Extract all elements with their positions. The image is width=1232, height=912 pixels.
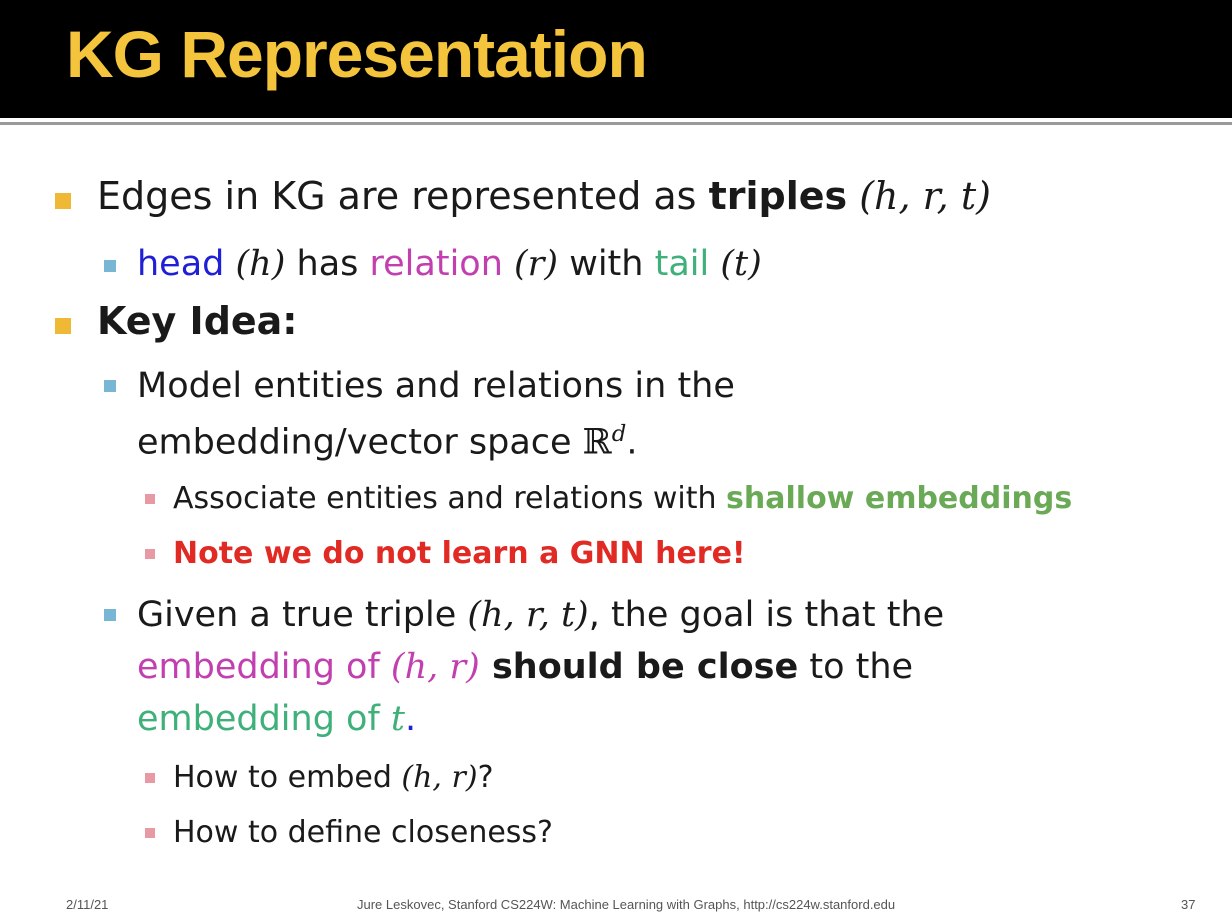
bullet-square-icon [145, 549, 155, 559]
phrase-embedding-of: embedding of [137, 647, 391, 687]
math-r: (r) [514, 244, 559, 284]
footer-date: 2/11/21 [66, 897, 109, 912]
bullet-note-no-gnn: Note we do not learn a GNN here! [173, 536, 746, 571]
bullet-square-icon [104, 609, 116, 621]
math-hr: (h, r) [390, 647, 480, 687]
bullet-define-closeness: How to define closeness? [173, 815, 553, 850]
bullet-square-icon [55, 193, 71, 209]
slide-title: KG Representation [66, 17, 648, 91]
bullet-square-icon [104, 260, 116, 272]
bullet-square-icon [145, 773, 155, 783]
text: Given a true triple [137, 595, 468, 635]
text: , the goal is that the [588, 595, 945, 635]
keyword-shallow-embeddings: shallow embeddings [726, 481, 1073, 516]
math-hrt: (h, r, t) [467, 595, 589, 635]
bullet-square-icon [145, 828, 155, 838]
math-hr: (h, r) [401, 760, 478, 795]
keyword-should-be-close: should be close [479, 647, 799, 687]
bullet-square-icon [104, 380, 116, 392]
bullet-shallow-embeddings: Associate entities and relations with sh… [173, 481, 1072, 516]
math-real-space: ℝ [582, 422, 612, 463]
math-exponent-d: d [611, 421, 627, 447]
footer-credit: Jure Leskovec, Stanford CS224W: Machine … [357, 897, 896, 912]
text: has [285, 244, 370, 284]
bullet-edges-triples: Edges in KG are represented as triples (… [97, 174, 991, 218]
bullet-square-icon [145, 494, 155, 504]
keyword-triples: triples [708, 174, 848, 218]
bullet-model-entities-line2: embedding/vector space ℝd. [137, 421, 637, 463]
word-relation: relation [369, 244, 503, 284]
text: with [558, 244, 655, 284]
text: to the [798, 647, 914, 687]
math-h: (h) [235, 244, 286, 284]
title-divider-shadow [0, 122, 1232, 125]
text: Edges in KG are represented as [97, 174, 709, 218]
phrase-embedding-of: embedding of [137, 699, 391, 739]
bullet-head-relation-tail: head (h) has relation (r) with tail (t) [137, 244, 762, 284]
bullet-how-to-embed: How to embed (h, r)? [173, 760, 494, 795]
bullet-given-triple-line1: Given a true triple (h, r, t), the goal … [137, 595, 944, 635]
text: ? [477, 760, 494, 795]
word-tail: tail [654, 244, 710, 284]
period: . [405, 699, 417, 739]
text: Associate entities and relations with [173, 481, 727, 516]
math-t: t [390, 699, 405, 739]
math-t: (t) [720, 244, 762, 284]
math-hrt: (h, r, t) [859, 174, 991, 218]
bullet-given-triple-line2: embedding of (h, r) should be close to t… [137, 647, 913, 687]
word-head: head [137, 244, 225, 284]
footer-page-number: 37 [1181, 897, 1196, 912]
bullet-model-entities-line1: Model entities and relations in the [137, 366, 735, 406]
bullet-square-icon [55, 318, 71, 334]
text: How to embed [173, 760, 402, 795]
text: embedding/vector space [137, 422, 583, 463]
bullet-key-idea: Key Idea: [97, 299, 298, 343]
bullet-given-triple-line3: embedding of t. [137, 699, 416, 739]
text: . [626, 422, 638, 463]
